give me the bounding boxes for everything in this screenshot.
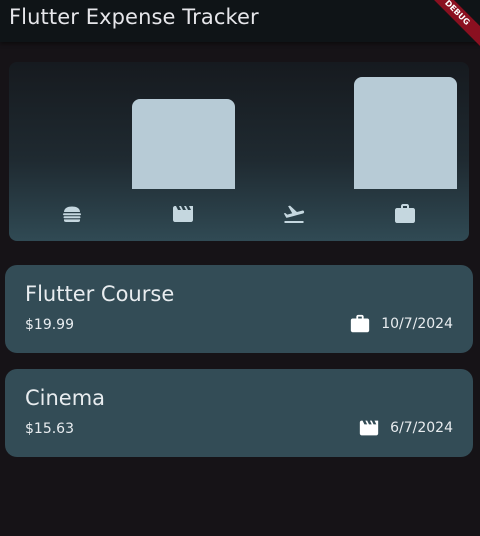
chart-icons [9,202,469,226]
bar-leisure [132,99,235,189]
movie-icon [359,420,379,436]
bar-slot-travel [243,77,354,189]
expense-amount: $19.99 [25,317,74,333]
expense-date: 10/7/2024 [381,316,453,332]
bar-work [354,77,457,189]
expense-meta: 10/7/2024 [349,313,453,335]
expense-item[interactable]: Flutter Course $19.99 10/7/2024 [5,265,473,353]
bar-slot-work [354,77,465,189]
app-title: Flutter Expense Tracker [9,5,259,29]
expense-date: 6/7/2024 [390,420,453,436]
expense-item[interactable]: Cinema $15.63 6/7/2024 [5,369,473,457]
movie-icon [173,206,193,222]
flight-takeoff-icon [283,205,305,223]
expense-title: Cinema [25,386,106,410]
burger-icon [63,206,81,222]
expense-title: Flutter Course [25,282,175,306]
bar-slot-food [21,77,132,189]
briefcase-icon [395,204,415,223]
app-root: Flutter Expense Tracker DEBUG Flutter Co… [0,0,480,536]
briefcase-icon [351,314,370,333]
chart-bars [9,62,469,189]
bar-slot-leisure [132,77,243,189]
app-bar: Flutter Expense Tracker [0,0,480,42]
expense-meta: 6/7/2024 [358,417,453,439]
expense-chart [9,62,469,241]
expense-amount: $15.63 [25,421,74,437]
